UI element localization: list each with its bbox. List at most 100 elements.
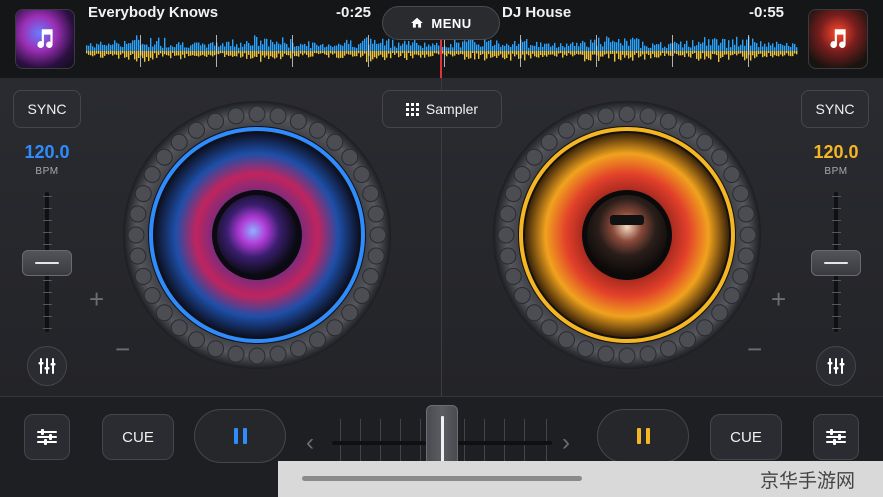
waveform-bar (224, 51, 226, 57)
waveform-bar (318, 46, 320, 51)
waveform-bar (644, 51, 646, 60)
waveform-bar (498, 43, 500, 51)
pitch-tick (43, 220, 52, 221)
waveform-bar (764, 51, 766, 57)
waveform-bar (398, 42, 400, 51)
waveform-bar (300, 43, 302, 51)
waveform-bar (222, 43, 224, 51)
chevron-right-icon[interactable]: › (562, 429, 570, 457)
waveform-bar (578, 51, 580, 55)
waveform-bar (194, 51, 196, 56)
waveform-bar (392, 39, 394, 51)
beat-marker (368, 35, 369, 67)
sampler-button[interactable]: Sampler (382, 90, 502, 128)
waveform-bar (712, 51, 714, 54)
left-bpm-label: BPM (35, 166, 59, 177)
home-indicator[interactable] (302, 476, 582, 481)
waveform-bar (276, 41, 278, 51)
waveform-bar (428, 51, 430, 57)
waveform-bar (716, 39, 718, 51)
left-sync-button[interactable]: SYNC (13, 90, 81, 128)
waveform-bar (134, 39, 136, 51)
waveform-bar (614, 41, 616, 51)
deck-area: SYNC 120.0 BPM + − Sampler SYNC 120.0 BP… (0, 78, 883, 396)
waveform-bar (170, 51, 172, 59)
platter-stud (341, 304, 359, 322)
waveform-bar (530, 45, 532, 51)
right-track-cover[interactable] (808, 9, 868, 69)
waveform-bar (126, 43, 128, 51)
waveform-bar (506, 43, 508, 51)
waveform-bar (366, 51, 368, 62)
menu-button[interactable]: MENU (382, 6, 500, 40)
right-pitch-handle[interactable] (811, 250, 861, 276)
waveform-bar (524, 51, 526, 61)
left-turntable-platter[interactable] (122, 100, 392, 370)
waveform-bar (280, 51, 282, 60)
left-eq-button[interactable] (27, 346, 67, 386)
waveform-bar (462, 51, 464, 55)
left-track-cover[interactable] (15, 9, 75, 69)
waveform-bar (214, 51, 216, 56)
waveform-bar (422, 51, 424, 55)
waveform-bar (364, 38, 366, 51)
platter-stud (155, 304, 173, 322)
waveform-bar (354, 51, 356, 57)
left-plus-button[interactable]: + (89, 286, 104, 312)
waveform-bar (308, 41, 310, 51)
right-minus-button[interactable]: − (747, 336, 762, 362)
waveform-bar (560, 51, 562, 54)
right-settings-button[interactable] (813, 414, 859, 460)
waveform-bar (228, 51, 230, 56)
left-track-title: Everybody Knows (88, 4, 219, 21)
platter-stud (558, 121, 575, 139)
waveform-bar (344, 42, 346, 51)
waveform-bar (340, 44, 342, 51)
waveform-bar (212, 51, 214, 57)
waveform-bar (574, 51, 576, 56)
waveform-bar (482, 51, 484, 55)
left-settings-button[interactable] (24, 414, 70, 460)
right-eq-button[interactable] (816, 346, 856, 386)
waveform-bar (588, 47, 590, 51)
left-play-pause-button[interactable] (194, 409, 286, 463)
waveform-bar (220, 45, 222, 51)
waveform-bar (212, 42, 214, 51)
waveform-bar (642, 41, 644, 51)
waveform-bar (260, 40, 262, 51)
waveform-bar (198, 51, 200, 57)
pause-icon (645, 428, 650, 444)
platter-stud (367, 205, 385, 223)
waveform-bar (692, 51, 694, 54)
waveform-bar (516, 51, 518, 55)
waveform-bar (108, 51, 110, 55)
waveform-bar (226, 41, 228, 51)
waveform-bar (164, 37, 166, 51)
waveform-bar (130, 43, 132, 51)
waveform-bar (290, 51, 292, 59)
waveform-bar (772, 51, 774, 58)
waveform-bar (532, 51, 534, 54)
waveform-bar (398, 51, 400, 58)
platter-stud (269, 107, 287, 125)
waveform-bar (430, 46, 432, 51)
waveform-bar (430, 51, 432, 57)
platter-stud (207, 340, 225, 358)
waveform-bar (626, 51, 628, 56)
right-plus-button[interactable]: + (771, 286, 786, 312)
left-cue-button[interactable]: CUE (102, 414, 174, 460)
waveform-bar (486, 41, 488, 51)
waveform-bar (762, 51, 764, 58)
right-play-pause-button[interactable] (597, 409, 689, 463)
waveform-bar (294, 46, 296, 51)
right-sync-button[interactable]: SYNC (801, 90, 869, 128)
right-turntable-platter[interactable] (492, 100, 762, 370)
chevron-left-icon[interactable]: ‹ (306, 429, 314, 457)
grid-icon (405, 102, 419, 116)
right-cue-button[interactable]: CUE (710, 414, 782, 460)
left-minus-button[interactable]: − (115, 336, 130, 362)
pitch-tick (43, 244, 52, 245)
left-pitch-handle[interactable] (22, 250, 72, 276)
platter-stud (659, 340, 677, 358)
pitch-tick (832, 280, 841, 281)
